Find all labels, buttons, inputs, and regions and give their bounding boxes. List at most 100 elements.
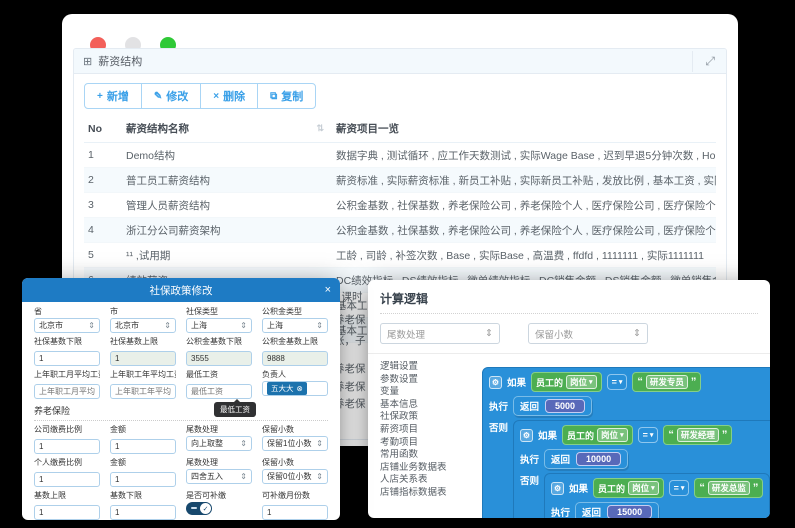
remove-tag-icon[interactable]: ⊗ — [297, 384, 303, 393]
owner-input[interactable]: 五大大 ⊗ — [262, 381, 328, 396]
menu-item-salary-items[interactable]: 薪资项目 — [380, 424, 476, 437]
table-row[interactable]: 2 普工员工薪资结构 薪资标准 , 实际薪资标准 , 新员工补贴 , 实际新员工… — [84, 168, 716, 193]
personal-ratio-input[interactable] — [34, 472, 100, 487]
string-block[interactable]: “ 研发总监 ” — [694, 478, 763, 498]
sort-icon[interactable]: ⇅ — [316, 123, 324, 134]
toolbar: + 新增 ✎ 修改 × 删除 ⧉ 复制 — [84, 83, 716, 109]
table-row[interactable]: 1 Demo结构 数据字典 , 测试循环 , 应工作天数测试 , 实际Wage … — [84, 143, 716, 168]
return-block[interactable]: 返回 10000 — [544, 449, 628, 469]
decimal-value: 保留1位小数 — [267, 438, 311, 449]
number-block[interactable]: 15000 — [607, 505, 652, 518]
amount-input[interactable] — [110, 472, 176, 487]
close-icon[interactable]: × — [325, 284, 331, 296]
decimal-select[interactable]: 保留0位小数 ⇕ — [262, 469, 328, 484]
province-select[interactable]: 北京市 ⇕ — [34, 318, 100, 333]
col-no: No — [84, 123, 126, 135]
return-label: 返回 — [551, 452, 570, 466]
operator-block[interactable]: = ▾ — [607, 374, 628, 390]
owner-tag[interactable]: 五大大 ⊗ — [267, 382, 307, 395]
field-dropdown[interactable]: 岗位 ▾ — [628, 481, 659, 495]
blockly-canvas[interactable]: ⚙ 如果 员工的 岗位 ▾ = ▾ — [476, 361, 758, 518]
base-lower-label: 基数下限 — [110, 491, 176, 500]
string-block[interactable]: “ 研发经理 ” — [663, 425, 732, 445]
edit-button-label: 修改 — [166, 88, 188, 104]
decimal-places-select[interactable]: 保留小数 ⇕ — [528, 323, 648, 344]
gear-icon[interactable]: ⚙ — [551, 482, 564, 495]
ss-upper-input[interactable] — [110, 351, 176, 366]
min-wage-input[interactable] — [186, 384, 252, 399]
menu-item-common-functions[interactable]: 常用函数 — [380, 449, 476, 462]
rounding-value: 四舍五入 — [191, 471, 223, 482]
base-lower-input[interactable] — [110, 505, 176, 520]
menu-item-variables[interactable]: 变量 — [380, 386, 476, 399]
employee-field-block[interactable]: 员工的 岗位 ▾ — [562, 425, 633, 445]
if-label: 如果 — [569, 481, 588, 495]
operator-block[interactable]: = ▾ — [669, 480, 690, 496]
if-block[interactable]: ⚙ 如果 员工的 岗位 ▾ = — [513, 420, 770, 518]
fund-lower-input[interactable] — [186, 351, 252, 366]
city-select[interactable]: 北京市 ⇕ — [110, 318, 176, 333]
number-block[interactable]: 5000 — [545, 399, 585, 413]
fund-type-select[interactable]: 上海 ⇕ — [262, 318, 328, 333]
ss-type-select[interactable]: 上海 ⇕ — [186, 318, 252, 333]
decimal-select[interactable]: 保留1位小数 ⇕ — [262, 436, 328, 451]
chevron-down-icon: ▾ — [651, 484, 655, 492]
amount-input[interactable] — [110, 439, 176, 454]
fund-upper-input[interactable] — [262, 351, 328, 366]
min-wage-label: 最低工资 — [186, 370, 252, 379]
delete-button[interactable]: × 删除 — [200, 83, 258, 109]
string-value-chip[interactable]: 研发总监 — [708, 481, 750, 495]
if-block[interactable]: ⚙ 如果 员工的 岗位 ▾ = ▾ — [482, 367, 770, 518]
field-dropdown[interactable]: 岗位 ▾ — [597, 428, 628, 442]
updown-caret-icon: ⇕ — [485, 328, 493, 339]
edit-button[interactable]: ✎ 修改 — [141, 83, 201, 109]
row-name: 普工员工薪资结构 — [126, 173, 336, 188]
makeup-months-input[interactable] — [262, 505, 328, 520]
number-block[interactable]: 10000 — [576, 452, 621, 466]
field-dropdown[interactable]: 岗位 ▾ — [566, 375, 597, 389]
base-upper-input[interactable] — [34, 505, 100, 520]
do-label: 执行 — [520, 452, 539, 466]
ss-lower-input[interactable] — [34, 351, 100, 366]
month-avg-input[interactable] — [34, 384, 100, 399]
expand-icon[interactable]: ⤢ — [692, 51, 717, 72]
table-row[interactable]: 5 ¹¹ ,试用期 工龄 , 司龄 , 补签次数 , Base , 实际Base… — [84, 243, 716, 268]
calculation-logic-panel: 计算逻辑 尾数处理 ⇕ 保留小数 ⇕ 逻辑设置 参数设置 变量 基本信息 社保政… — [368, 280, 770, 518]
string-value-chip[interactable]: 研发经理 — [677, 428, 719, 442]
table-row[interactable]: 3 管理人员薪资结构 公积金基数 , 社保基数 , 养老保险公司 , 养老保险个… — [84, 193, 716, 218]
table-row[interactable]: 4 浙江分公司薪资架构 公积金基数 , 社保基数 , 养老保险公司 , 养老保险… — [84, 218, 716, 243]
menu-item-store-business-table[interactable]: 店铺业务数据表 — [380, 462, 476, 475]
operator-block[interactable]: = ▾ — [638, 427, 659, 443]
menu-item-attendance-items[interactable]: 考勤项目 — [380, 437, 476, 450]
gear-icon[interactable]: ⚙ — [520, 429, 533, 442]
do-label: 执行 — [489, 399, 508, 413]
employee-field-block[interactable]: 员工的 岗位 ▾ — [593, 478, 664, 498]
allow-makeup-toggle[interactable]: ✓ — [186, 502, 212, 515]
employee-field-block[interactable]: 员工的 岗位 ▾ — [531, 372, 602, 392]
return-block[interactable]: 返回 5000 — [513, 396, 592, 416]
rounding-select[interactable]: 向上取整 ⇕ — [186, 436, 252, 451]
if-block[interactable]: ⚙ 如果 员工的 岗位 ▾ — [544, 473, 770, 518]
gear-icon[interactable]: ⚙ — [489, 376, 502, 389]
company-ratio-input[interactable] — [34, 439, 100, 454]
menu-item-person-store-table[interactable]: 人店关系表 — [380, 474, 476, 487]
copy-button[interactable]: ⧉ 复制 — [257, 83, 316, 109]
menu-item-params[interactable]: 参数设置 — [380, 374, 476, 387]
rounding-mode-select[interactable]: 尾数处理 ⇕ — [380, 323, 500, 344]
return-block[interactable]: 返回 15000 — [575, 502, 659, 518]
updown-caret-icon: ⇕ — [316, 440, 323, 448]
copy-icon: ⧉ — [270, 91, 277, 102]
ss-type-value: 上海 — [191, 320, 207, 331]
menu-item-logic[interactable]: 逻辑设置 — [380, 361, 476, 374]
string-value-chip[interactable]: 研发专员 — [646, 375, 688, 389]
menu-item-social-policy[interactable]: 社保政策 — [380, 411, 476, 424]
table-header: No 薪资结构名称 ⇅ 薪资项目一览 — [84, 116, 716, 143]
menu-item-store-metric-table[interactable]: 店铺指标数据表 — [380, 487, 476, 500]
string-block[interactable]: “ 研发专员 ” — [632, 372, 701, 392]
menu-item-basic-info[interactable]: 基本信息 — [380, 399, 476, 412]
updown-caret-icon: ⇕ — [240, 322, 247, 330]
chevron-down-icon: ▾ — [620, 431, 624, 439]
add-button[interactable]: + 新增 — [84, 83, 142, 109]
year-avg-input[interactable] — [110, 384, 176, 399]
rounding-select[interactable]: 四舍五入 ⇕ — [186, 469, 252, 484]
